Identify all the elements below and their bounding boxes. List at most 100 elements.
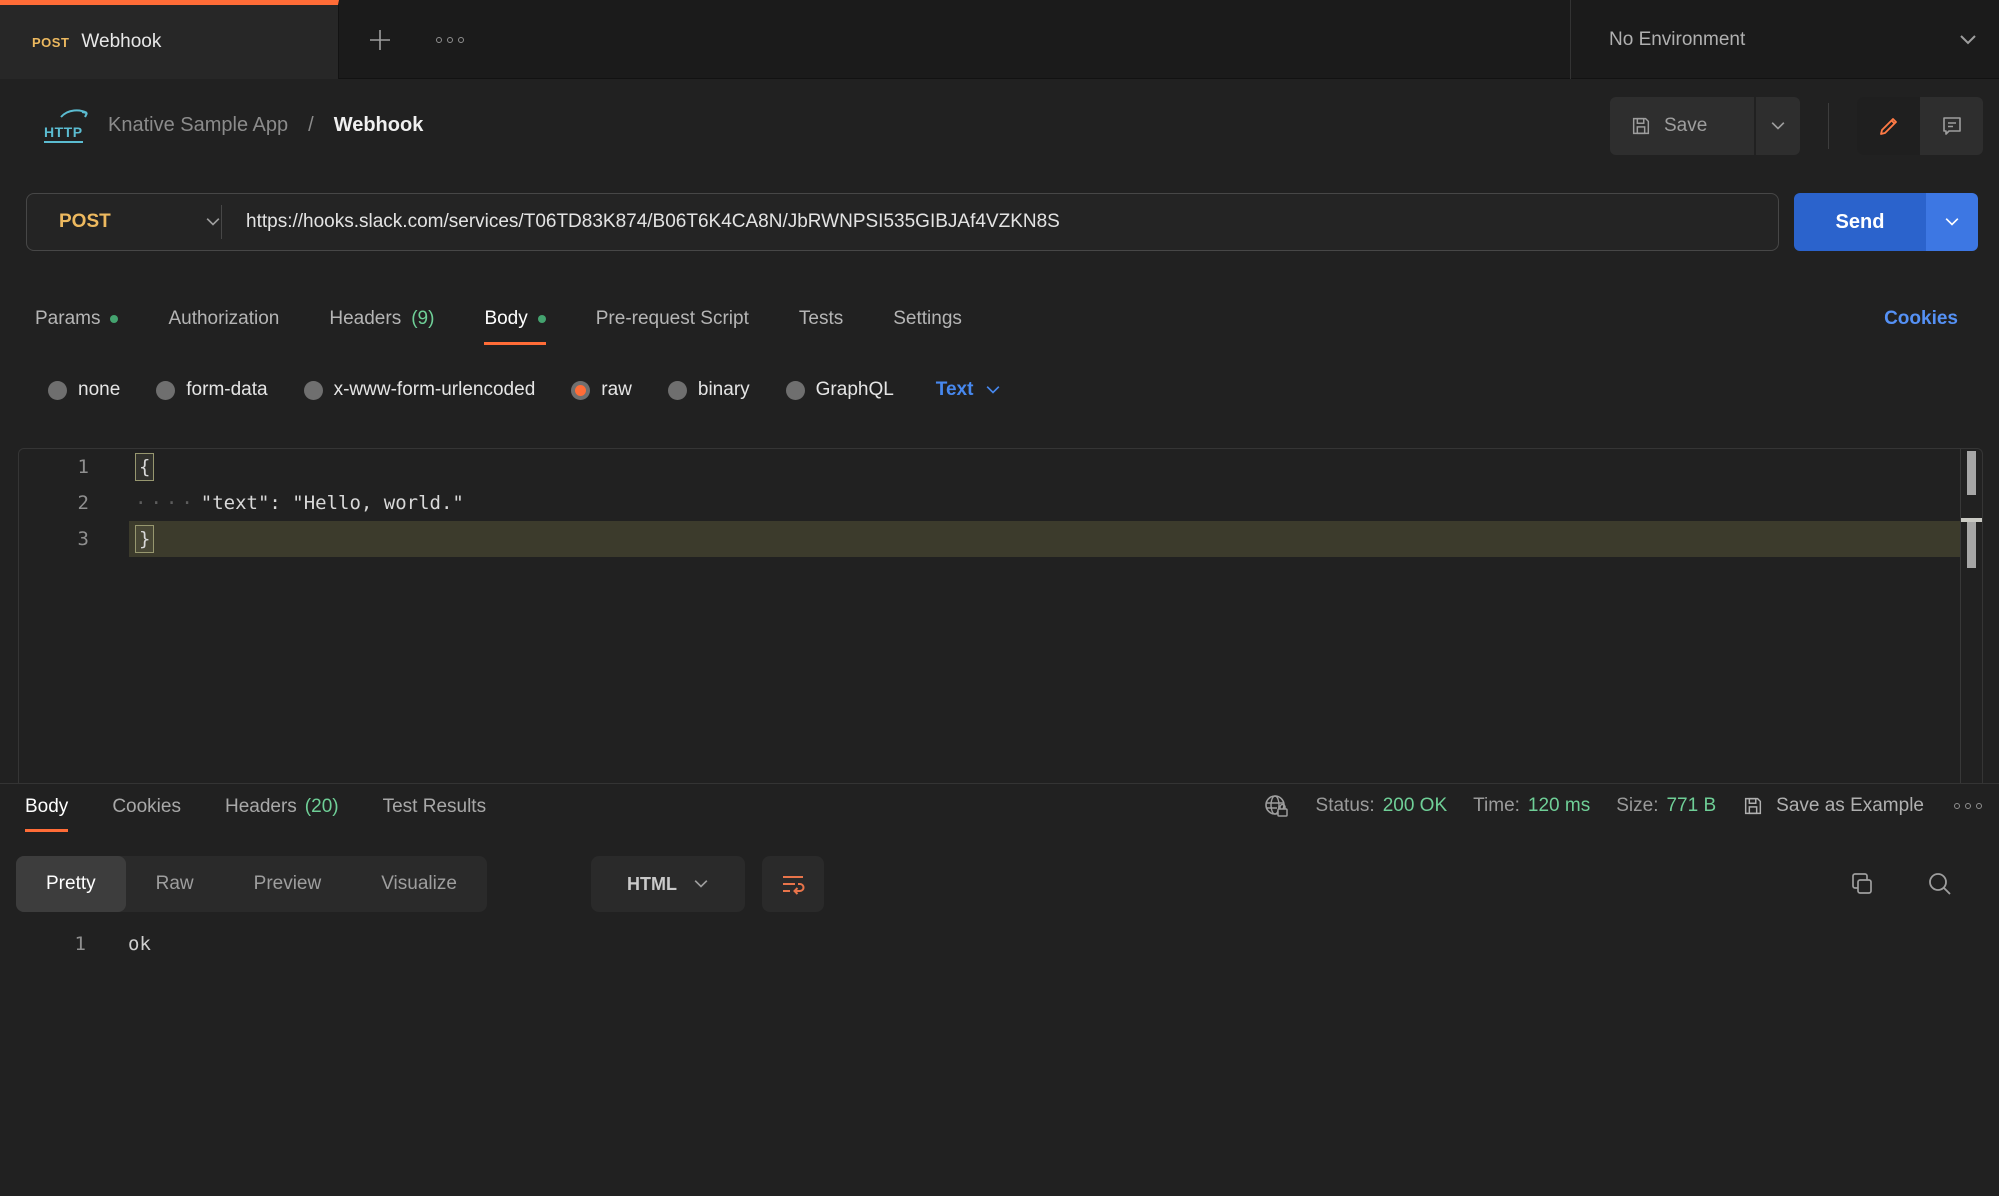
mode-raw[interactable]: raw	[571, 379, 632, 401]
save-as-example-button[interactable]: Save as Example	[1742, 795, 1924, 817]
response-format-selector[interactable]: HTML	[591, 856, 745, 912]
tab-method-badge: POST	[32, 35, 69, 50]
radio-icon	[786, 381, 805, 400]
send-options-button[interactable]	[1926, 193, 1978, 251]
network-globe-lock-icon	[1263, 793, 1290, 820]
breadcrumb-collection[interactable]: Knative Sample App	[108, 114, 288, 137]
cookies-link[interactable]: Cookies	[1884, 296, 1958, 342]
view-pretty-button[interactable]: Pretty	[16, 856, 126, 912]
radio-icon	[304, 381, 323, 400]
method-selector[interactable]: POST	[27, 211, 221, 233]
time-indicator: Time: 120 ms	[1473, 795, 1590, 817]
response-tab-test-results[interactable]: Test Results	[383, 784, 486, 832]
response-body-viewer[interactable]: 1 ok	[0, 924, 1999, 964]
save-icon	[1742, 795, 1764, 817]
method-label: POST	[59, 211, 205, 233]
environment-label: No Environment	[1609, 29, 1959, 51]
scrollbar-marker	[1967, 522, 1976, 568]
editor-line: 2 ····"text": "Hello, world."	[19, 485, 1982, 521]
tab-headers[interactable]: Headers (9)	[329, 296, 434, 345]
response-view-switcher: Pretty Raw Preview Visualize	[16, 856, 487, 912]
body-mode-row: none form-data x-www-form-urlencoded raw…	[0, 368, 1999, 412]
scrollbar-marker	[1967, 451, 1976, 495]
save-button-group: Save	[1610, 97, 1800, 155]
mode-binary[interactable]: binary	[668, 379, 750, 401]
mode-none[interactable]: none	[48, 379, 120, 401]
response-meta: Status: 200 OK Time: 120 ms Size: 771 B …	[1263, 784, 1986, 828]
line-number: 2	[19, 492, 89, 514]
open-request-tab[interactable]: POST Webhook	[0, 0, 339, 79]
breadcrumb: HTTP Knative Sample App / Webhook	[44, 79, 423, 172]
editor-line-active: 3 }	[19, 521, 1982, 557]
status-value: 200 OK	[1383, 795, 1447, 817]
tab-pre-request-script[interactable]: Pre-request Script	[596, 296, 749, 345]
wrap-lines-button[interactable]	[762, 856, 824, 912]
copy-response-button[interactable]	[1840, 856, 1884, 912]
search-icon	[1926, 870, 1954, 898]
chevron-down-icon	[985, 385, 1001, 395]
radio-icon	[156, 381, 175, 400]
radio-selected-icon	[571, 381, 590, 400]
url-input-box: POST https://hooks.slack.com/services/T0…	[26, 193, 1779, 251]
tab-bar: POST Webhook No Environment	[0, 0, 1999, 79]
view-visualize-button[interactable]: Visualize	[351, 856, 487, 912]
comment-icon	[1940, 114, 1964, 138]
search-response-button[interactable]	[1918, 856, 1962, 912]
text-wrap-icon	[780, 871, 806, 897]
view-raw-button[interactable]: Raw	[126, 856, 224, 912]
response-options-button[interactable]	[1950, 799, 1986, 813]
editor-scrollbar[interactable]	[1960, 449, 1982, 783]
response-tab-body[interactable]: Body	[25, 784, 68, 832]
whitespace-dots: ····	[135, 492, 197, 514]
request-body-editor[interactable]: 1 { 2 ····"text": "Hello, world." 3 }	[18, 448, 1983, 783]
ellipsis-icon	[436, 37, 464, 43]
view-preview-button[interactable]: Preview	[224, 856, 352, 912]
response-line-number: 1	[0, 933, 86, 955]
matched-bracket: }	[135, 525, 154, 553]
new-tab-button[interactable]	[355, 0, 405, 79]
comments-button[interactable]	[1920, 97, 1983, 155]
green-dot-indicator	[110, 315, 118, 323]
save-options-button[interactable]	[1756, 97, 1800, 155]
tab-title: Webhook	[81, 31, 161, 53]
size-indicator: Size: 771 B	[1616, 795, 1716, 817]
response-text: ok	[128, 933, 151, 955]
save-button[interactable]: Save	[1610, 97, 1754, 155]
request-tabs: Params Authorization Headers (9) Body Pr…	[0, 296, 1999, 345]
mode-graphql[interactable]: GraphQL	[786, 379, 894, 401]
ellipsis-icon	[1954, 803, 1982, 809]
tab-options-button[interactable]	[420, 0, 480, 79]
mode-x-www-form-urlencoded[interactable]: x-www-form-urlencoded	[304, 379, 536, 401]
chevron-down-icon	[693, 879, 709, 889]
raw-format-selector[interactable]: Text	[936, 379, 1002, 401]
tab-settings[interactable]: Settings	[893, 296, 962, 345]
postman-window: POST Webhook No Environment HTTP	[0, 0, 1999, 1196]
mode-form-data[interactable]: form-data	[156, 379, 267, 401]
green-dot-indicator	[538, 315, 546, 323]
save-icon	[1630, 115, 1652, 137]
code-text: "text": "Hello, world."	[201, 492, 464, 514]
chevron-down-icon	[1944, 217, 1960, 227]
request-header-row: HTTP Knative Sample App / Webhook Save	[0, 79, 1999, 172]
url-builder-row: POST https://hooks.slack.com/services/T0…	[0, 193, 1999, 251]
request-actions: Save	[1610, 97, 1983, 155]
send-button-group: Send	[1794, 193, 1978, 251]
edit-documentation-button[interactable]	[1857, 97, 1920, 155]
headers-count: (9)	[411, 308, 434, 330]
vertical-divider	[1828, 103, 1829, 149]
tab-authorization[interactable]: Authorization	[168, 296, 279, 345]
response-tab-cookies[interactable]: Cookies	[112, 784, 181, 832]
tab-tests[interactable]: Tests	[799, 296, 843, 345]
tab-body[interactable]: Body	[484, 296, 545, 345]
response-header: Body Cookies Headers (20) Test Results	[0, 784, 1999, 832]
url-input[interactable]: https://hooks.slack.com/services/T06TD83…	[222, 211, 1778, 233]
response-headers-count: (20)	[305, 796, 339, 818]
chevron-down-icon	[1770, 121, 1786, 131]
send-button[interactable]: Send	[1794, 193, 1926, 251]
environment-selector[interactable]: No Environment	[1570, 0, 1999, 79]
plus-icon	[367, 27, 393, 53]
response-tab-headers[interactable]: Headers (20)	[225, 784, 339, 832]
time-value: 120 ms	[1528, 795, 1590, 817]
tab-params[interactable]: Params	[35, 296, 118, 345]
breadcrumb-request-name[interactable]: Webhook	[334, 114, 424, 137]
